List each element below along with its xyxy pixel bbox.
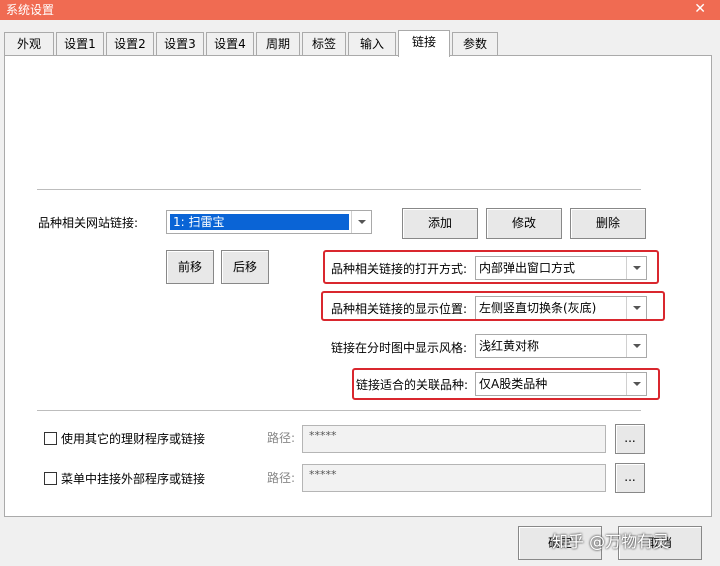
open-mode-select[interactable]: 内部弹出窗口方式 [475,256,647,280]
site-link-select[interactable]: 1: 扫雷宝 [166,210,372,234]
move-up-button[interactable]: 前移 [166,250,214,284]
tab-params[interactable]: 参数 [452,32,498,56]
menu-external-label: 菜单中挂接外部程序或链接 [61,472,206,486]
tab-settings4[interactable]: 设置4 [206,32,254,56]
chevron-down-icon[interactable] [626,335,646,357]
watermark: 知乎 @万物有灵 [552,532,670,551]
tab-labels[interactable]: 标签 [302,32,346,56]
delete-button[interactable]: 删除 [570,208,646,239]
path-input[interactable]: ***** [302,425,606,453]
edit-button[interactable]: 修改 [486,208,562,239]
tab-settings3[interactable]: 设置3 [156,32,204,56]
tab-settings1[interactable]: 设置1 [56,32,104,56]
close-icon[interactable]: ✕ [694,0,706,18]
site-link-label: 品种相关网站链接: [38,216,139,230]
title-bar: 系统设置 ✕ [0,0,720,20]
tab-appearance[interactable]: 外观 [4,32,54,56]
display-pos-value: 左侧竖直切换条(灰底) [479,301,597,315]
add-button[interactable]: 添加 [402,208,478,239]
tab-period[interactable]: 周期 [256,32,300,56]
style-select[interactable]: 浅红黄对称 [475,334,647,358]
chevron-down-icon[interactable] [626,297,646,319]
browse-button[interactable]: ... [615,463,645,493]
chevron-down-icon[interactable] [351,211,371,233]
path-label: 路径: [267,431,296,445]
use-other-program-checkbox[interactable] [44,432,57,445]
tab-strip: 外观 设置1 设置2 设置3 设置4 周期 标签 输入 链接 参数 [0,30,720,57]
apply-label: 链接适合的关联品种: [356,378,469,392]
display-pos-label: 品种相关链接的显示位置: [331,302,468,316]
chevron-down-icon[interactable] [626,257,646,279]
tab-links[interactable]: 链接 [398,30,450,57]
chevron-down-icon[interactable] [626,373,646,395]
use-other-program-label: 使用其它的理财程序或链接 [61,432,206,446]
tab-settings2[interactable]: 设置2 [106,32,154,56]
apply-value: 仅A股类品种 [479,377,548,391]
display-pos-select[interactable]: 左侧竖直切换条(灰底) [475,296,647,320]
top-divider [37,189,641,190]
site-link-value: 1: 扫雷宝 [170,214,349,230]
bottom-divider [37,410,641,411]
open-mode-value: 内部弹出窗口方式 [479,261,576,275]
path-input[interactable]: ***** [302,464,606,492]
style-value: 浅红黄对称 [479,339,540,353]
apply-select[interactable]: 仅A股类品种 [475,372,647,396]
browse-button[interactable]: ... [615,424,645,454]
path-label: 路径: [267,471,296,485]
style-label: 链接在分时图中显示风格: [331,341,468,355]
window-title: 系统设置 [6,3,55,17]
move-down-button[interactable]: 后移 [221,250,269,284]
menu-external-checkbox[interactable] [44,472,57,485]
open-mode-label: 品种相关链接的打开方式: [331,262,468,276]
tab-input[interactable]: 输入 [348,32,396,56]
